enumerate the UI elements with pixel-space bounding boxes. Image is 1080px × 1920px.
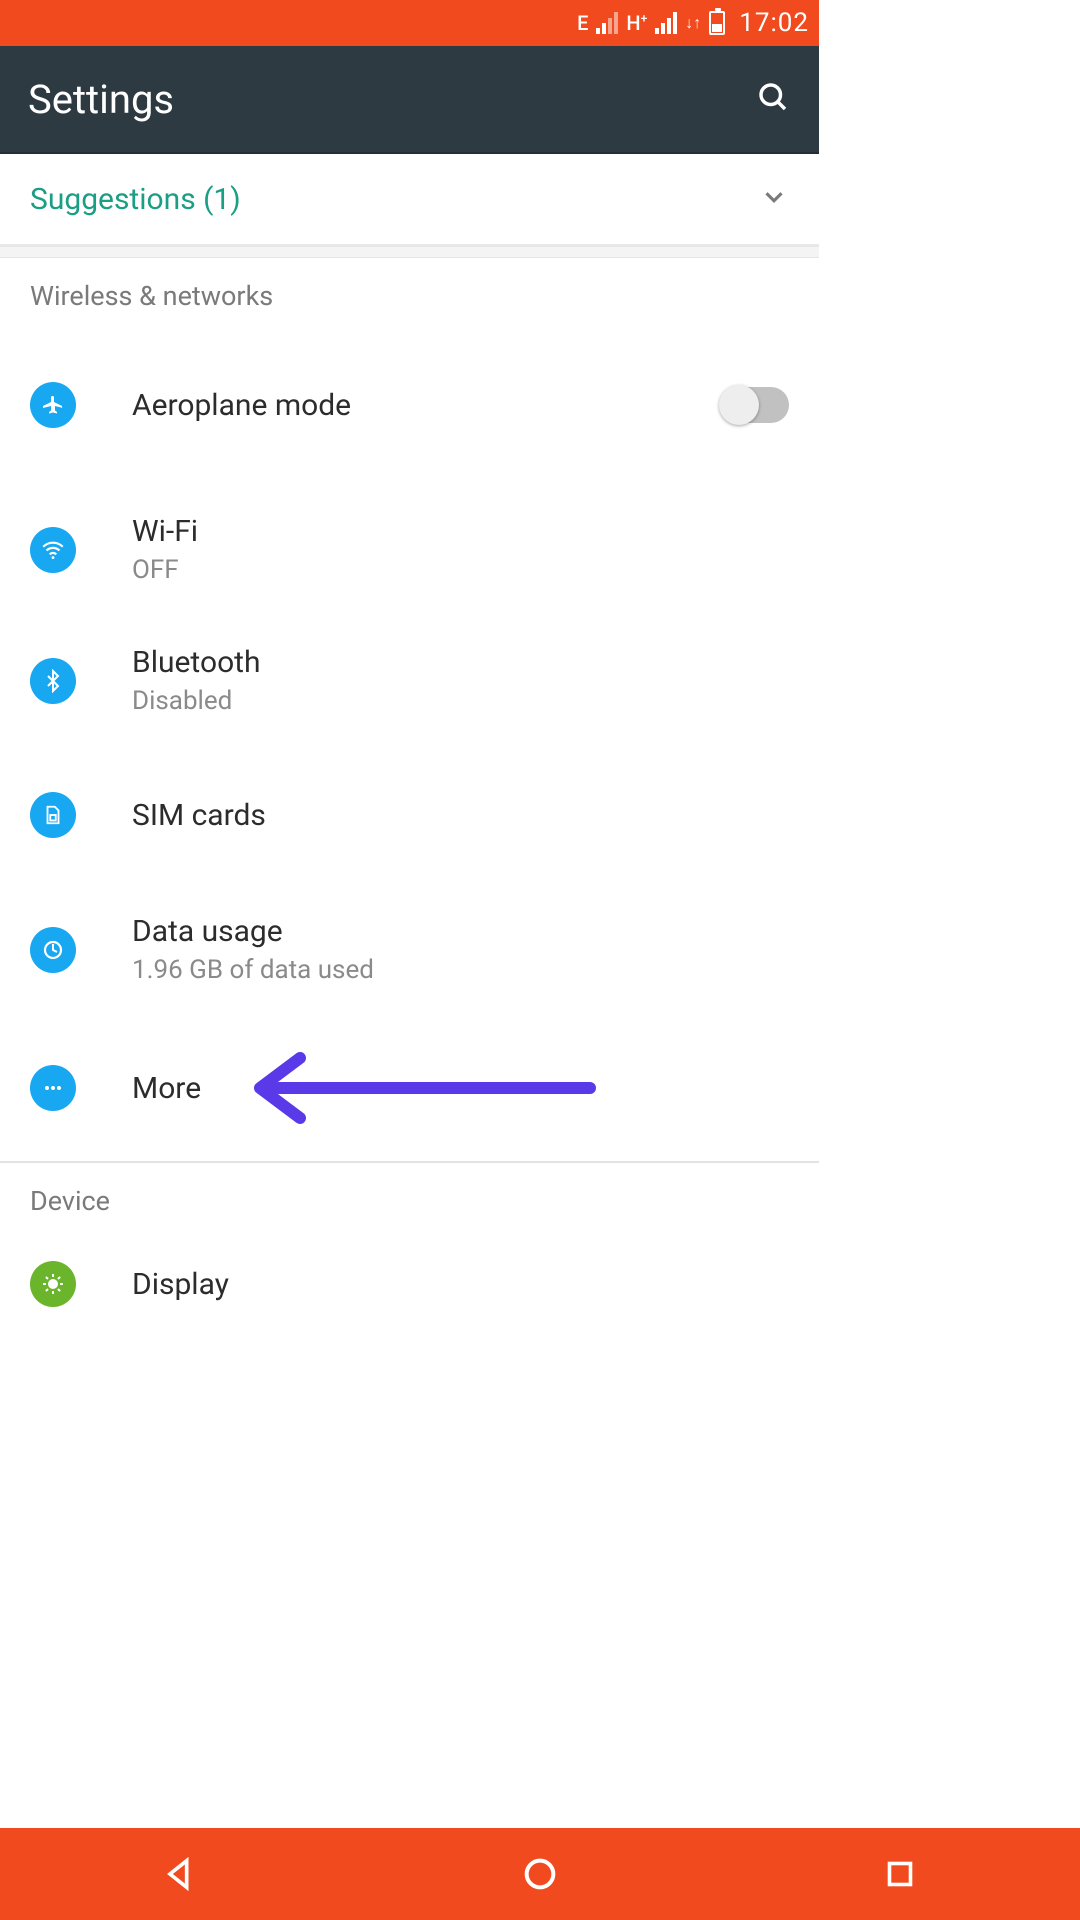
item-label: Wi-Fi [132,514,789,549]
section-header-wireless: Wireless & networks [0,258,819,326]
section-header-device: Device [0,1163,819,1231]
search-icon [755,79,791,115]
nav-back-icon [160,1854,200,1894]
nav-back-button[interactable] [120,1854,240,1894]
item-status: 1.96 GB of data used [132,955,789,985]
battery-icon [709,11,725,35]
data-arrows-icon: ↓↑ [685,13,701,33]
item-data-usage[interactable]: Data usage 1.96 GB of data used [0,884,819,1015]
suggestions-row[interactable]: Suggestions (1) [0,154,819,246]
item-label: Aeroplane mode [132,388,665,423]
item-bluetooth[interactable]: Bluetooth Disabled [0,615,819,746]
display-icon [30,1261,76,1307]
item-label: More [132,1071,789,1106]
item-status: OFF [132,555,789,585]
chevron-down-icon [759,182,789,216]
data-usage-icon [30,927,76,973]
status-bar: E H+ ↓↑ 17:02 [0,0,819,46]
app-bar: Settings [0,46,819,154]
item-label: Display [132,1267,789,1302]
settings-list-device: Display [0,1231,819,1317]
network-label-1: E [577,11,588,35]
nav-recent-icon [882,1856,918,1892]
item-wifi[interactable]: Wi-Fi OFF [0,484,819,615]
item-aeroplane-mode[interactable]: Aeroplane mode [0,326,819,484]
bluetooth-icon [30,658,76,704]
nav-home-button[interactable] [480,1854,600,1894]
aeroplane-toggle[interactable] [721,387,789,423]
item-status: Disabled [132,686,789,716]
search-button[interactable] [755,79,791,119]
section-gap [0,246,819,258]
item-label: Data usage [132,914,789,949]
item-display[interactable]: Display [0,1231,819,1317]
status-clock: 17:02 [739,8,809,38]
settings-list-wireless: Aeroplane mode Wi-Fi OFF Bluetooth Disab… [0,326,819,1161]
network-label-2: H+ [626,11,647,35]
nav-recent-button[interactable] [840,1856,960,1892]
nav-home-icon [520,1854,560,1894]
sim-icon [30,792,76,838]
navigation-bar [0,1828,1080,1920]
suggestions-label: Suggestions (1) [30,182,241,217]
signal-bars-2 [655,12,677,34]
wifi-icon [30,527,76,573]
more-icon [30,1065,76,1111]
airplane-icon [30,382,76,428]
item-label: Bluetooth [132,645,789,680]
item-more[interactable]: More [0,1015,819,1161]
item-sim-cards[interactable]: SIM cards [0,746,819,884]
page-title: Settings [28,76,174,123]
item-label: SIM cards [132,798,789,833]
signal-bars-1 [596,12,618,34]
